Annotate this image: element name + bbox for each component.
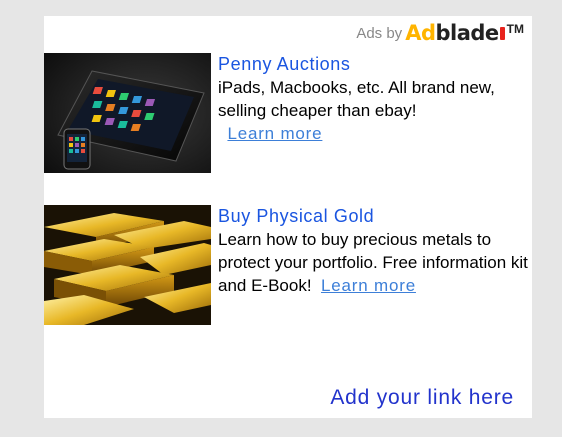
ad-description-text: iPads, Macbooks, etc. All brand new, sel… — [218, 78, 495, 120]
tablet-and-phone-image[interactable] — [44, 53, 211, 173]
ad-description: iPads, Macbooks, etc. All brand new, sel… — [218, 76, 530, 145]
logo-mark-icon — [499, 26, 505, 40]
gold-bars-image[interactable] — [44, 205, 211, 325]
ad-title-link[interactable]: Penny Auctions — [218, 53, 530, 76]
add-your-link-here-link[interactable]: Add your link here — [330, 386, 514, 410]
learn-more-link[interactable]: Learn more — [227, 124, 322, 143]
ads-by-attribution[interactable]: Ads by Ad blade TM — [356, 21, 524, 45]
ad-title-link[interactable]: Buy Physical Gold — [218, 205, 530, 228]
logo-blade-text: blade — [435, 21, 499, 45]
adblade-logo[interactable]: Ad blade TM — [405, 21, 524, 45]
logo-trademark: TM — [506, 21, 524, 36]
ads-by-label: Ads by — [356, 24, 403, 42]
ad-panel: Ads by Ad blade TM Penny Auctions iPads,… — [44, 16, 532, 418]
logo-ad-text: Ad — [405, 21, 436, 45]
ad-text-block: Buy Physical Gold Learn how to buy preci… — [218, 205, 530, 297]
learn-more-link[interactable]: Learn more — [321, 276, 416, 295]
ad-text-block: Penny Auctions iPads, Macbooks, etc. All… — [218, 53, 530, 145]
ad-description: Learn how to buy precious metals to prot… — [218, 228, 530, 297]
